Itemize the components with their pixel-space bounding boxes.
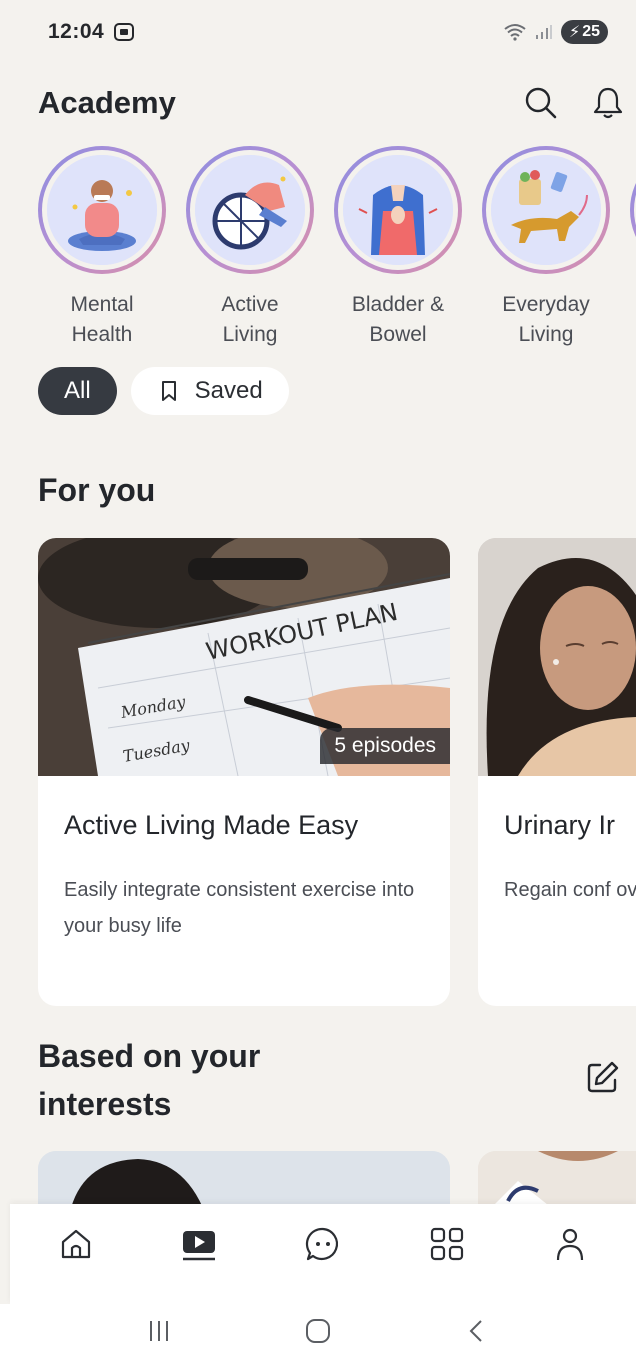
filter-all-chip[interactable]: All: [38, 367, 117, 415]
dog-walk-illustration: [491, 155, 601, 265]
header: Academy: [38, 78, 636, 128]
category-carousel: Mental Health Active Living Bladder & Bo…: [38, 146, 636, 346]
academy-play-icon: [183, 1231, 216, 1261]
signal-icon: [535, 25, 552, 39]
category-label: Bladder & Bowel: [351, 293, 445, 346]
category-ring: [482, 146, 610, 274]
status-time: 12:04: [48, 20, 105, 43]
bottom-navigation: [10, 1204, 636, 1304]
apps-grid-icon: [430, 1227, 463, 1261]
category-ring: [186, 146, 314, 274]
wheelchair-illustration: [195, 155, 305, 265]
card-title: Active Living Made Easy: [64, 810, 359, 840]
episodes-badge: 5 episodes: [320, 728, 450, 764]
app-screen: 12:04 ⚡ 25 Academy Mental Health Active …: [0, 0, 636, 1357]
status-bar: 12:04 ⚡ 25: [0, 0, 636, 64]
nav-home[interactable]: [46, 1214, 106, 1274]
wifi-icon: [504, 24, 526, 41]
status-icons: ⚡ 25: [503, 20, 608, 44]
profile-icon: [557, 1228, 584, 1261]
battery-level: 25: [582, 23, 600, 40]
card-description: Easily integrate consistent exercise int…: [64, 879, 415, 937]
recent-apps-icon[interactable]: [145, 1317, 173, 1345]
edit-interests-icon[interactable]: [586, 1060, 620, 1094]
category-everyday-living[interactable]: Everyday Living: [482, 146, 610, 346]
card-description: Regain conf over urinary: [504, 879, 636, 901]
category-label: Everyday Living: [502, 293, 590, 346]
category-bladder-bowel[interactable]: Bladder & Bowel: [334, 146, 462, 346]
course-card[interactable]: WORKOUT PLAN Monday Tuesday 5 episodes A…: [38, 538, 450, 1006]
bookmark-icon: [161, 381, 176, 401]
card-image: [478, 538, 636, 776]
section-title-interests: Based on your interests: [38, 1038, 261, 1122]
category-active-living[interactable]: Active Living: [186, 146, 314, 346]
home-icon: [61, 1229, 90, 1259]
system-navigation: [0, 1304, 636, 1357]
woman-portrait-image: [478, 538, 636, 776]
header-actions: [524, 86, 636, 120]
bladder-illustration: [343, 155, 453, 265]
meditation-illustration: [47, 155, 157, 265]
back-icon[interactable]: [463, 1317, 491, 1345]
category-ring: [38, 146, 166, 274]
category-ring: [630, 146, 636, 274]
category-next-partial[interactable]: [630, 146, 636, 346]
category-ring: [334, 146, 462, 274]
filter-all-label: All: [64, 377, 91, 404]
section-title-for-you: For you: [38, 472, 156, 508]
filter-saved-label: Saved: [194, 377, 263, 404]
battery-indicator: ⚡ 25: [560, 20, 608, 44]
chat-icon: [305, 1227, 339, 1261]
home-button-icon[interactable]: [304, 1317, 332, 1345]
category-mental-health[interactable]: Mental Health: [38, 146, 166, 346]
bell-icon[interactable]: [592, 86, 624, 120]
category-label: Mental Health: [70, 293, 134, 346]
category-label: Active Living: [221, 293, 279, 346]
filter-saved-chip[interactable]: Saved: [130, 367, 289, 415]
page-title: Academy: [38, 85, 176, 120]
nav-academy[interactable]: [169, 1214, 229, 1274]
charging-icon: ⚡: [568, 24, 581, 41]
nav-profile[interactable]: [540, 1214, 600, 1274]
nav-apps[interactable]: [417, 1214, 477, 1274]
search-icon[interactable]: [524, 86, 558, 120]
screen-record-icon: [114, 23, 135, 41]
course-card[interactable]: Urinary Ir Regain conf over urinary: [478, 538, 636, 1006]
filter-chips: All Saved: [38, 367, 289, 415]
card-title: Urinary Ir: [504, 810, 616, 840]
nav-chat[interactable]: [293, 1214, 353, 1274]
card-image: WORKOUT PLAN Monday Tuesday 5 episodes: [38, 538, 450, 776]
